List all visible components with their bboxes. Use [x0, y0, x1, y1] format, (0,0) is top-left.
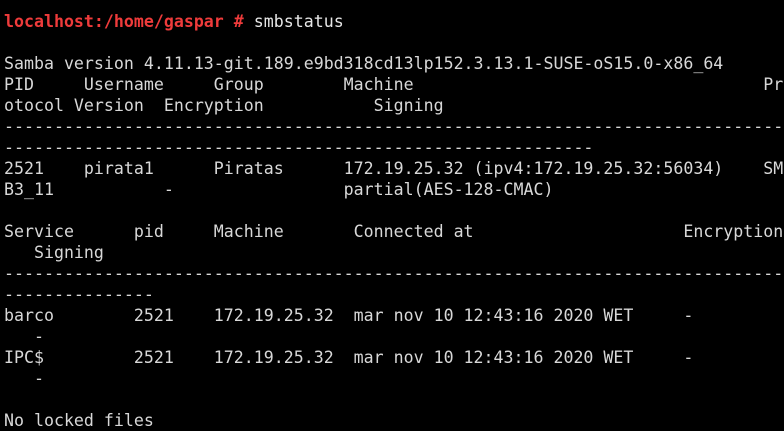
- locked-files-line: No locked files: [4, 411, 154, 430]
- session-row-line-1: 2521 pirata1 Piratas 172.19.25.32 (ipv4:…: [4, 159, 784, 178]
- service-row-ipc-signing: -: [4, 369, 44, 388]
- service-header-line-2: Signing: [4, 243, 104, 262]
- samba-version-line: Samba version 4.11.13-git.189.e9bd318cd1…: [4, 54, 724, 73]
- session-row-line-2: B3_11 - partial(AES-128-CMAC): [4, 180, 554, 199]
- shell-prompt: localhost:/home/gaspar #: [4, 12, 244, 31]
- terminal-window[interactable]: localhost:/home/gaspar # smbstatus Samba…: [4, 0, 784, 431]
- separator-line: ----------------------------------------…: [4, 264, 784, 283]
- service-row-ipc: IPC$ 2521 172.19.25.32 mar nov 10 12:43:…: [4, 348, 694, 367]
- session-header-line-2: otocol Version Encryption Signing: [4, 96, 444, 115]
- separator-line: ----------------------------------------…: [4, 138, 594, 157]
- separator-line: ---------------: [4, 285, 154, 304]
- prompt-line: localhost:/home/gaspar # smbstatus: [4, 11, 784, 32]
- separator-line: ----------------------------------------…: [4, 117, 784, 136]
- terminal-line-partial: [4, 0, 784, 11]
- session-header-line-1: PID Username Group Machine Pr: [4, 75, 784, 94]
- shell-command: smbstatus: [243, 12, 344, 31]
- service-header-line-1: Service pid Machine Connected at Encrypt…: [4, 222, 784, 241]
- service-row-barco: barco 2521 172.19.25.32 mar nov 10 12:43…: [4, 306, 694, 325]
- service-row-barco-signing: -: [4, 327, 44, 346]
